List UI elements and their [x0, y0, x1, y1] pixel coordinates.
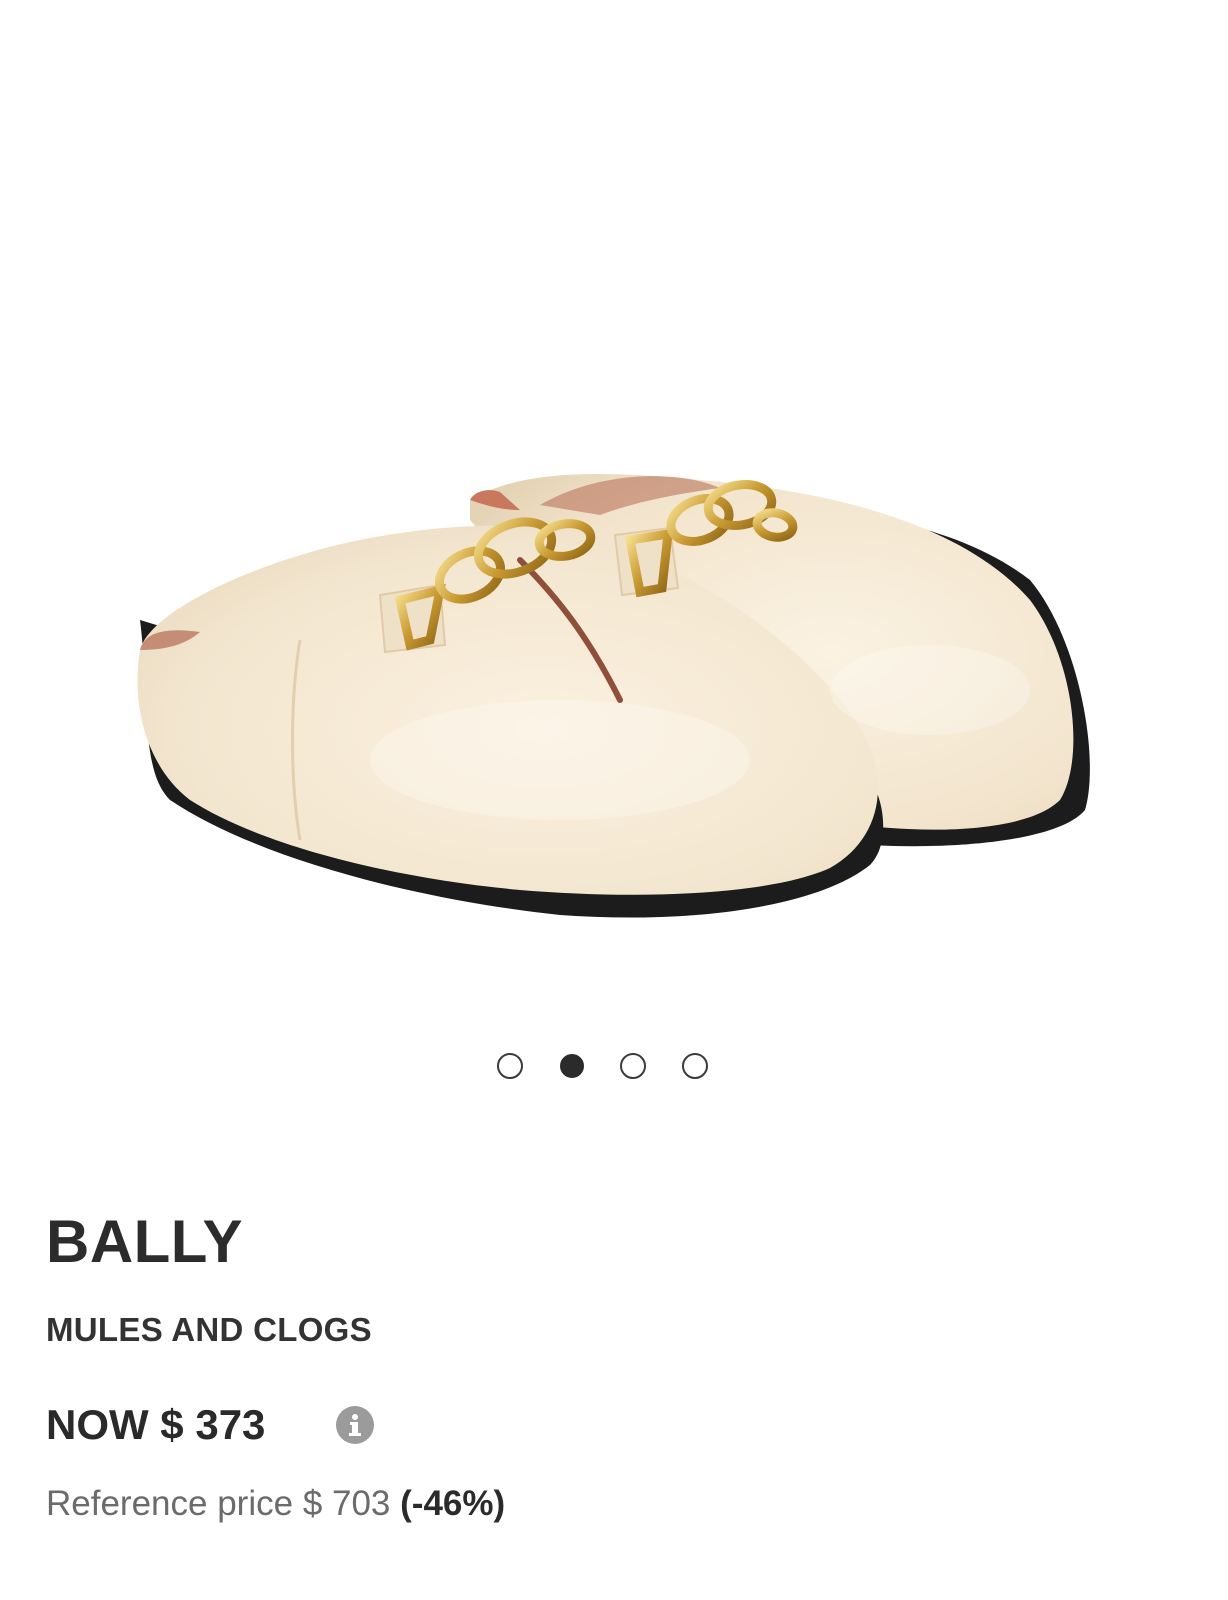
price-row: NOW $ 373	[44, 1401, 374, 1458]
current-price-text: NOW $ 373	[46, 1401, 266, 1448]
info-icon[interactable]	[336, 1406, 374, 1444]
reference-price-amount: $ 703	[302, 1484, 391, 1523]
gallery-dot-4[interactable]	[682, 1053, 708, 1079]
reference-price: Reference price $ 703 (-46%)	[46, 1486, 505, 1521]
product-image	[137, 474, 1090, 918]
product-image-gallery[interactable]	[0, 0, 1228, 1020]
brand-name[interactable]: BALLY	[46, 1212, 243, 1272]
gallery-dot-1[interactable]	[497, 1053, 523, 1079]
product-category: MULES AND CLOGS	[46, 1311, 372, 1348]
gallery-pagination	[0, 1053, 1228, 1083]
discount-percent: (-46%)	[400, 1484, 506, 1523]
gallery-dot-3[interactable]	[620, 1053, 646, 1079]
gallery-dot-2-active[interactable]	[560, 1054, 584, 1078]
reference-price-label: Reference price	[46, 1484, 294, 1523]
current-price: NOW $ 373	[44, 1401, 270, 1452]
